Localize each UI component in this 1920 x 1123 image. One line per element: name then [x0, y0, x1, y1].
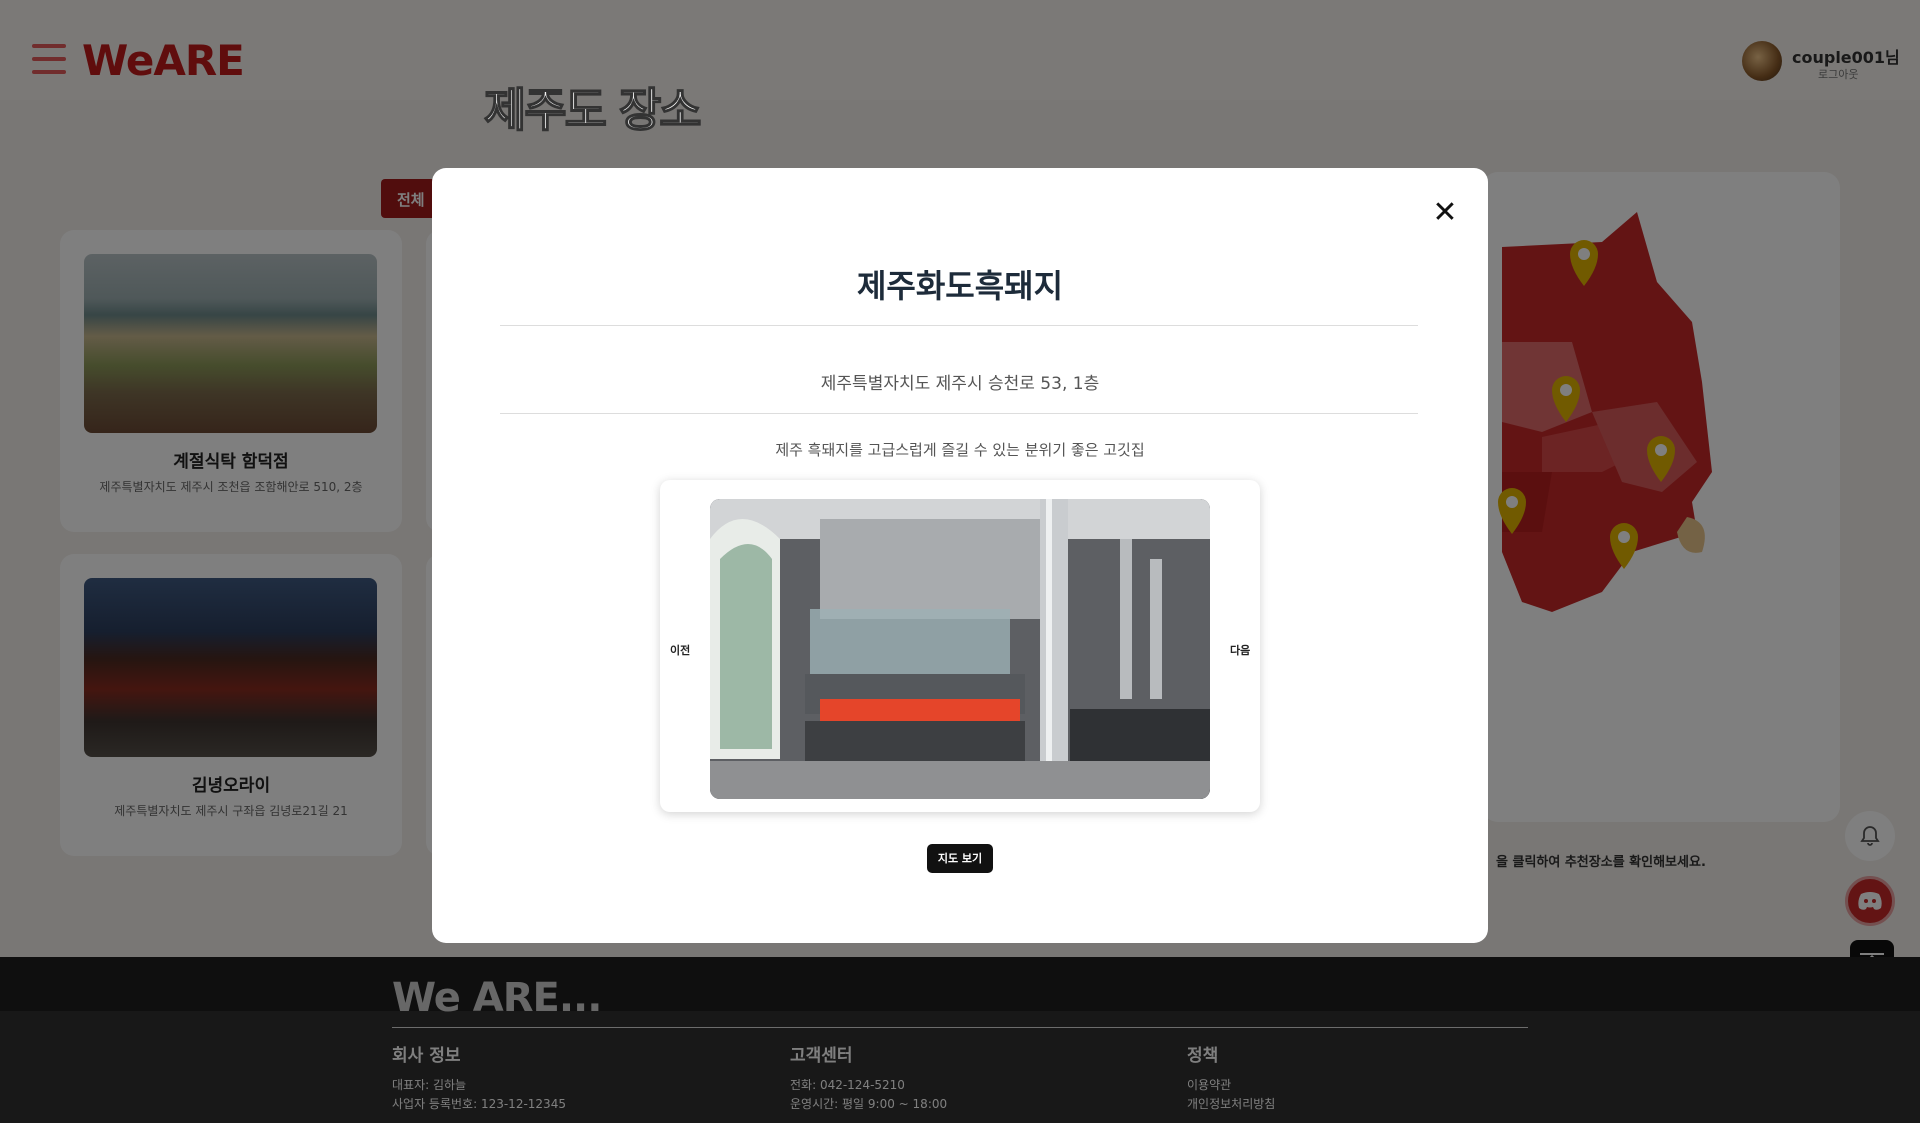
modal-title: 제주화도흑돼지 — [856, 267, 1064, 305]
carousel-next-button[interactable]: 다음 — [1230, 642, 1250, 658]
modal-description: 제주 흑돼지를 고급스럽게 즐길 수 있는 분위기 좋은 고깃집 — [775, 441, 1145, 459]
divider — [500, 413, 1418, 414]
page-title: 제주도 장소 — [483, 82, 702, 138]
divider — [500, 325, 1418, 326]
close-icon[interactable]: ✕ — [1428, 196, 1462, 230]
place-detail-modal: ✕ 제주화도흑돼지 제주특별자치도 제주시 승천로 53, 1층 제주 흑돼지를… — [432, 168, 1488, 943]
image-carousel: 이전 다음 — [660, 480, 1260, 812]
carousel-prev-button[interactable]: 이전 — [670, 642, 690, 658]
modal-address: 제주특별자치도 제주시 승천로 53, 1층 — [820, 374, 1100, 394]
restaurant-photo — [710, 499, 1210, 799]
view-map-button[interactable]: 지도 보기 — [927, 844, 993, 873]
